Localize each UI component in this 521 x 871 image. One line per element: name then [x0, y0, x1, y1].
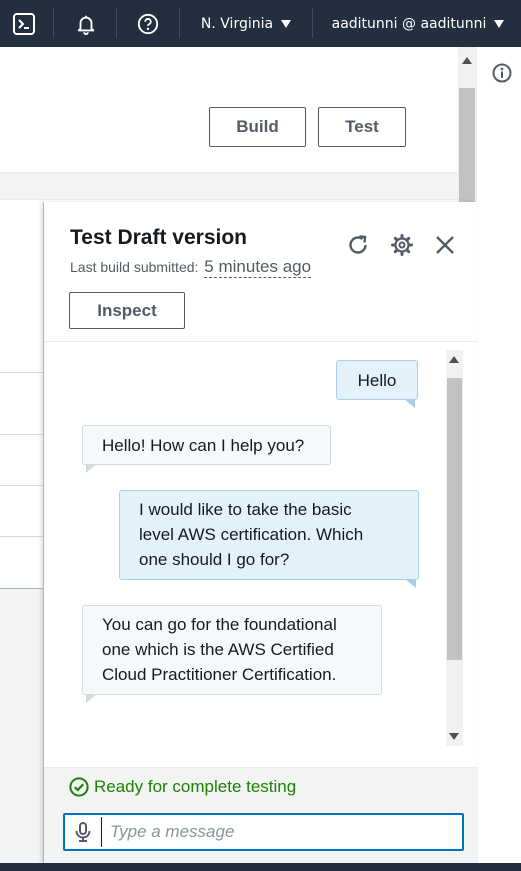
chat-message-bot: Hello! How can I help you?: [82, 425, 331, 465]
help-panel-rail: [476, 47, 521, 863]
console-section-header: [0, 172, 458, 200]
cloudshell-button[interactable]: [0, 0, 47, 47]
region-label: N. Virginia: [200, 15, 274, 32]
test-panel: Test Draft version Last build submitted:…: [43, 202, 478, 863]
help-icon: [137, 13, 159, 34]
bubble-tail: [405, 579, 416, 588]
bubble-tail: [86, 694, 97, 703]
refresh-icon: [349, 235, 367, 254]
build-button[interactable]: Build: [209, 107, 306, 147]
scroll-down-arrow-icon[interactable]: [449, 733, 459, 740]
bubble-tail: [404, 399, 415, 408]
cloudshell-icon: [12, 12, 35, 35]
close-icon: [436, 236, 454, 254]
account-label: aaditunni @ aaditunni: [331, 15, 487, 32]
message-line: one should I go for?: [139, 550, 290, 569]
message-line: level AWS certification. Which: [139, 525, 364, 544]
check-circle-icon: [69, 777, 89, 797]
message-line: Hello! How can I help you?: [102, 436, 305, 455]
chat-message-user: Hello: [336, 360, 418, 400]
region-selector[interactable]: N. Virginia: [186, 0, 306, 47]
chat-message-user: I would like to take the basic level AWS…: [119, 490, 419, 580]
account-menu[interactable]: aaditunni @ aaditunni: [318, 0, 518, 47]
info-button[interactable]: [492, 63, 512, 87]
microphone-button[interactable]: [65, 815, 101, 849]
table-row-divider: [0, 485, 44, 486]
microphone-icon: [75, 822, 91, 842]
top-navigation-bar: N. Virginia aaditunni @ aaditunni: [0, 0, 521, 47]
help-button[interactable]: [124, 0, 172, 47]
message-line: You can go for the foundational: [102, 615, 337, 634]
caret-down-icon: [281, 19, 292, 28]
message-input[interactable]: [101, 817, 462, 847]
info-icon: [492, 63, 512, 83]
refresh-button[interactable]: [346, 233, 370, 257]
caret-down-icon: [494, 19, 505, 28]
bell-icon: [77, 15, 95, 35]
message-line: I would like to take the basic: [139, 500, 352, 519]
bubble-tail: [86, 464, 97, 473]
inspect-button[interactable]: Inspect: [69, 292, 185, 329]
message-line: Cloud Practitioner Certification.: [102, 665, 337, 684]
chat-scrollbar-thumb[interactable]: [447, 378, 462, 660]
chat-footer: Ready for complete testing: [44, 767, 478, 863]
scroll-up-arrow-icon[interactable]: [449, 356, 459, 363]
close-button[interactable]: [433, 233, 457, 257]
table-row-divider: [0, 434, 44, 435]
footer-bar: [0, 863, 521, 871]
message-line: one which is the AWS Certified: [102, 640, 334, 659]
table-row-divider: [0, 536, 44, 537]
settings-button[interactable]: [390, 233, 414, 257]
chat-message-bot: You can go for the foundational one whic…: [82, 605, 382, 695]
last-build-time[interactable]: 5 minutes ago: [204, 257, 312, 278]
scroll-up-arrow-icon[interactable]: [462, 57, 472, 64]
test-status: Ready for complete testing: [69, 777, 296, 797]
notifications-button[interactable]: [62, 0, 110, 47]
test-button[interactable]: Test: [318, 107, 406, 147]
table-row-divider: [0, 372, 44, 373]
main-scrollbar-thumb[interactable]: [459, 88, 475, 202]
message-box[interactable]: [63, 813, 464, 851]
last-build-info: Last build submitted: 5 minutes ago: [70, 257, 312, 278]
status-text: Ready for complete testing: [94, 777, 297, 796]
last-build-label: Last build submitted:: [70, 259, 199, 275]
settings-icon: [391, 234, 413, 256]
message-line: Hello: [357, 371, 397, 390]
panel-title: Test Draft version: [70, 226, 247, 249]
